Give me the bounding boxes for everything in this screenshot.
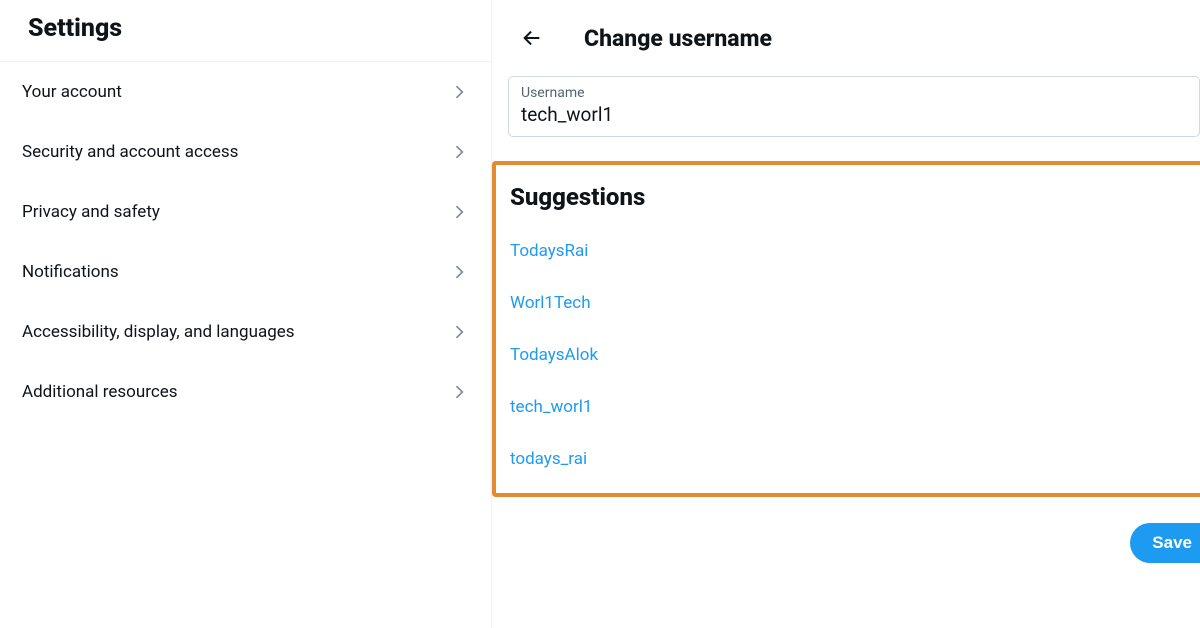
chevron-right-icon (449, 142, 469, 162)
main-panel: Change username Username Suggestions Tod… (492, 0, 1200, 628)
chevron-right-icon (449, 322, 469, 342)
nav-item-label: Additional resources (22, 382, 178, 402)
settings-nav: Your account Security and account access… (0, 61, 491, 422)
nav-item-additional-resources[interactable]: Additional resources (0, 362, 491, 422)
chevron-right-icon (449, 382, 469, 402)
suggestion-item[interactable]: Worl1Tech (510, 293, 1186, 313)
sidebar-header: Settings (0, 0, 491, 61)
main-header: Change username (492, 6, 1200, 76)
nav-item-label: Privacy and safety (22, 202, 160, 222)
nav-item-label: Accessibility, display, and languages (22, 322, 295, 342)
suggestion-item[interactable]: TodaysAlok (510, 345, 1186, 365)
nav-item-privacy[interactable]: Privacy and safety (0, 182, 491, 242)
username-field[interactable]: Username (508, 76, 1200, 137)
settings-title: Settings (28, 14, 473, 43)
nav-item-notifications[interactable]: Notifications (0, 242, 491, 302)
suggestion-item[interactable]: tech_worl1 (510, 397, 1186, 417)
arrow-left-icon (521, 27, 543, 49)
chevron-right-icon (449, 262, 469, 282)
save-button[interactable]: Save (1130, 523, 1200, 563)
username-field-wrap: Username (508, 76, 1200, 137)
username-input[interactable] (521, 103, 1187, 126)
settings-sidebar: Settings Your account Security and accou… (0, 0, 492, 628)
page-title: Change username (584, 25, 772, 52)
suggestion-item[interactable]: todays_rai (510, 449, 1186, 469)
nav-item-accessibility[interactable]: Accessibility, display, and languages (0, 302, 491, 362)
nav-item-label: Your account (22, 82, 122, 102)
suggestion-item[interactable]: TodaysRai (510, 241, 1186, 261)
chevron-right-icon (449, 202, 469, 222)
save-row: Save (492, 497, 1200, 563)
back-button[interactable] (514, 20, 550, 56)
suggestions-title: Suggestions (510, 183, 1186, 211)
nav-item-security[interactable]: Security and account access (0, 122, 491, 182)
nav-item-label: Notifications (22, 262, 119, 282)
nav-item-your-account[interactable]: Your account (0, 61, 491, 122)
username-label: Username (521, 85, 1187, 101)
nav-item-label: Security and account access (22, 142, 238, 162)
chevron-right-icon (449, 82, 469, 102)
suggestions-highlight: Suggestions TodaysRai Worl1Tech TodaysAl… (492, 161, 1200, 497)
